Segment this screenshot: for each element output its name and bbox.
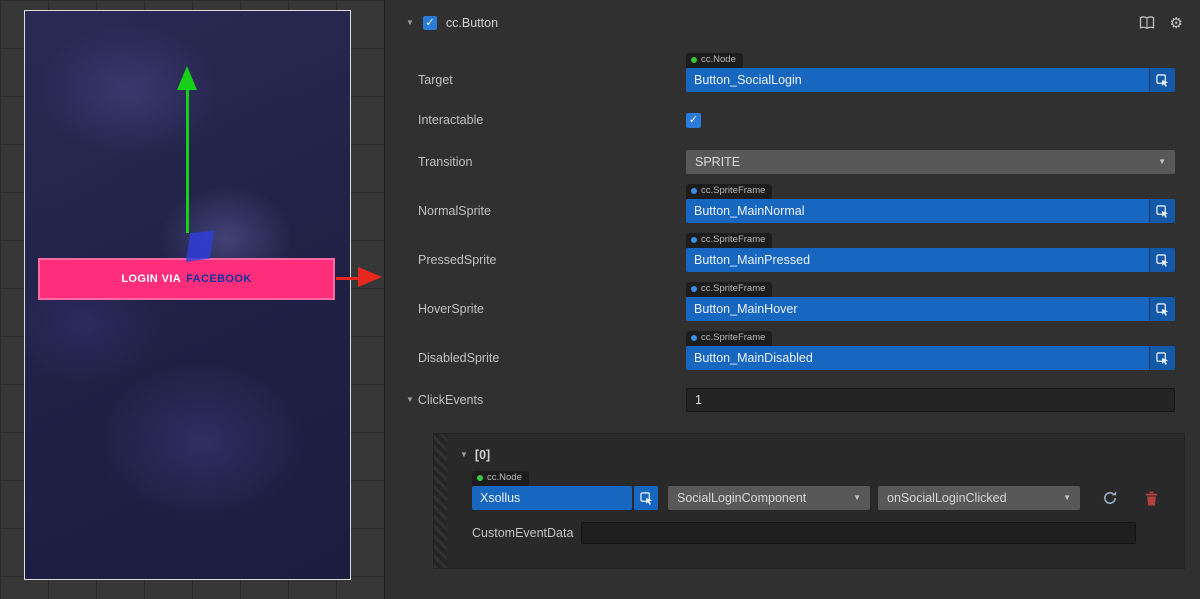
hover-sprite-value: Button_MainHover	[686, 302, 1149, 316]
node-picker-icon[interactable]	[634, 486, 658, 510]
disabled-sprite-field[interactable]: Button_MainDisabled	[686, 346, 1175, 370]
node-type-dot-icon	[691, 57, 697, 63]
spriteframe-type-dot-icon	[691, 286, 697, 292]
hover-sprite-label: HoverSprite	[418, 297, 686, 321]
click-events-count-field[interactable]: 1	[686, 388, 1175, 412]
gizmo-x-axis-handle[interactable]	[336, 277, 359, 280]
property-row-normal-sprite: NormalSprite cc.SpriteFrame Button_MainN…	[385, 184, 1200, 223]
spriteframe-type-dot-icon	[691, 335, 697, 341]
disabled-sprite-value: Button_MainDisabled	[686, 351, 1149, 365]
pressed-sprite-label: PressedSprite	[418, 248, 686, 272]
target-label: Target	[418, 68, 686, 92]
transition-value: SPRITE	[695, 155, 1150, 169]
event-target-node-value: Xsollus	[472, 491, 632, 505]
panel-hatch-decoration	[434, 434, 447, 568]
hover-sprite-type-badge: cc.SpriteFrame	[686, 282, 772, 297]
chevron-down-icon: ▼	[1158, 158, 1166, 166]
component-title: cc.Button	[446, 16, 498, 30]
event-node-type-badge: cc.Node	[472, 471, 529, 486]
event-target-node-field[interactable]: Xsollus	[472, 486, 632, 510]
component-header: ▼ ✓ cc.Button ⚙	[385, 0, 1200, 46]
property-row-pressed-sprite: PressedSprite cc.SpriteFrame Button_Main…	[385, 233, 1200, 272]
property-row-hover-sprite: HoverSprite cc.SpriteFrame Button_MainHo…	[385, 282, 1200, 321]
normal-sprite-value: Button_MainNormal	[686, 204, 1149, 218]
property-row-interactable: Interactable ✓	[385, 108, 1200, 132]
refresh-icon[interactable]	[1102, 490, 1118, 506]
login-button-node[interactable]: LOGIN VIA FACEBOOK	[38, 258, 335, 300]
pressed-sprite-field[interactable]: Button_MainPressed	[686, 248, 1175, 272]
click-events-caret-icon[interactable]: ▼	[406, 396, 414, 404]
chevron-down-icon: ▼	[1063, 494, 1071, 502]
property-row-target: Target cc.Node Button_SocialLogin	[385, 53, 1200, 92]
asset-picker-icon[interactable]	[1149, 346, 1175, 370]
event-handler-value: onSocialLoginClicked	[887, 491, 1055, 505]
transition-label: Transition	[418, 150, 686, 174]
event-component-dropdown[interactable]: SocialLoginComponent ▼	[668, 486, 870, 510]
custom-event-data-label: CustomEventData	[472, 526, 573, 540]
disabled-sprite-label: DisabledSprite	[418, 346, 686, 370]
event-handler-dropdown[interactable]: onSocialLoginClicked ▼	[878, 486, 1080, 510]
property-row-click-events: ▼ ClickEvents 1	[385, 388, 1200, 412]
spriteframe-type-dot-icon	[691, 188, 697, 194]
login-button-brand-label: FACEBOOK	[186, 273, 252, 285]
interactable-label: Interactable	[418, 108, 686, 132]
target-node-field[interactable]: Button_SocialLogin	[686, 68, 1175, 92]
normal-sprite-type-badge: cc.SpriteFrame	[686, 184, 772, 199]
component-enabled-checkbox[interactable]: ✓	[423, 16, 437, 30]
gizmo-y-axis-arrowhead[interactable]	[177, 66, 197, 90]
asset-picker-icon[interactable]	[1149, 248, 1175, 272]
event-0-caret-icon[interactable]: ▼	[460, 451, 468, 459]
normal-sprite-field[interactable]: Button_MainNormal	[686, 199, 1175, 223]
editor-window: LOGIN VIA FACEBOOK ▼ ✓ cc.Button ⚙ Targe…	[0, 0, 1200, 599]
scene-view[interactable]: LOGIN VIA FACEBOOK	[0, 0, 384, 599]
property-row-disabled-sprite: DisabledSprite cc.SpriteFrame Button_Mai…	[385, 331, 1200, 370]
click-event-item-panel: ▼ [0] cc.Node Xsollus SocialLoginComp	[433, 433, 1185, 569]
hover-sprite-field[interactable]: Button_MainHover	[686, 297, 1175, 321]
event-component-value: SocialLoginComponent	[677, 491, 845, 505]
disabled-sprite-type-badge: cc.SpriteFrame	[686, 331, 772, 346]
target-type-badge: cc.Node	[686, 53, 743, 68]
pressed-sprite-value: Button_MainPressed	[686, 253, 1149, 267]
gizmo-x-axis-arrowhead[interactable]	[358, 267, 382, 287]
asset-picker-icon[interactable]	[1149, 297, 1175, 321]
collapse-caret-icon[interactable]: ▼	[406, 19, 414, 27]
transition-dropdown[interactable]: SPRITE ▼	[686, 150, 1175, 174]
node-type-dot-icon	[477, 475, 483, 481]
event-0-index-label: [0]	[475, 448, 490, 462]
gizmo-y-axis-handle[interactable]	[186, 89, 189, 233]
help-docs-icon[interactable]	[1139, 16, 1155, 30]
normal-sprite-label: NormalSprite	[418, 199, 686, 223]
chevron-down-icon: ▼	[853, 494, 861, 502]
gizmo-xy-plane-handle[interactable]	[186, 230, 214, 261]
pressed-sprite-type-badge: cc.SpriteFrame	[686, 233, 772, 248]
property-row-transition: Transition SPRITE ▼	[385, 150, 1200, 174]
custom-event-data-input[interactable]	[581, 522, 1136, 544]
asset-picker-icon[interactable]	[1149, 199, 1175, 223]
click-events-label: ClickEvents	[418, 388, 483, 412]
login-button-label: LOGIN VIA	[121, 273, 181, 285]
gear-icon[interactable]: ⚙	[1170, 14, 1183, 32]
interactable-checkbox[interactable]: ✓	[686, 113, 701, 128]
target-node-value: Button_SocialLogin	[686, 73, 1149, 87]
inspector-panel: ▼ ✓ cc.Button ⚙ Target cc.Node Button_So…	[384, 0, 1200, 599]
spriteframe-type-dot-icon	[691, 237, 697, 243]
delete-event-trash-icon[interactable]	[1145, 491, 1158, 506]
node-picker-icon[interactable]	[1149, 68, 1175, 92]
